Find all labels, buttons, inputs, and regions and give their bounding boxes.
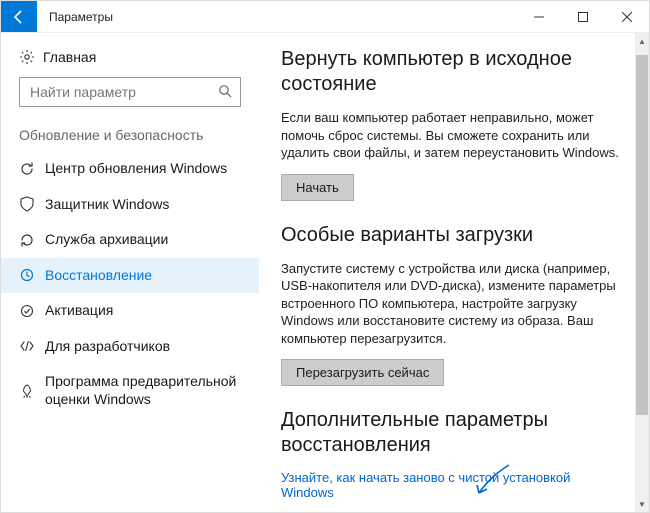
sidebar-item-label: Для разработчиков [45, 338, 170, 356]
home-label: Главная [43, 49, 96, 65]
scroll-down-icon[interactable]: ▼ [635, 496, 649, 512]
backup-icon [19, 232, 45, 248]
search-input[interactable] [19, 77, 241, 107]
sidebar-item-label: Защитник Windows [45, 196, 169, 214]
sidebar-item-windows-update[interactable]: Центр обновления Windows [1, 151, 259, 187]
section-heading-advanced-startup: Особые варианты загрузки [281, 223, 623, 248]
code-icon [19, 338, 45, 354]
sidebar: Главная Обновление и безопасность Центр … [1, 33, 259, 512]
arrow-left-icon [11, 9, 27, 25]
sidebar-item-recovery[interactable]: Восстановление [1, 258, 259, 294]
home-link[interactable]: Главная [1, 43, 259, 75]
section-heading-reset: Вернуть компьютер в исходное состояние [281, 47, 623, 97]
sidebar-item-label: Программа предварительной оценки Windows [45, 373, 251, 408]
close-icon [622, 12, 632, 22]
restart-now-button[interactable]: Перезагрузить сейчас [281, 359, 444, 386]
section-heading-more-recovery: Дополнительные параметры восстановления [281, 408, 623, 458]
check-circle-icon [19, 303, 45, 319]
window-controls [517, 1, 649, 32]
shield-icon [19, 196, 45, 212]
minimize-button[interactable] [517, 1, 561, 32]
sidebar-item-label: Центр обновления Windows [45, 160, 227, 178]
minimize-icon [534, 12, 544, 22]
sidebar-item-developers[interactable]: Для разработчиков [1, 329, 259, 365]
sidebar-item-label: Активация [45, 302, 113, 320]
gear-icon [19, 49, 43, 65]
search-icon [218, 84, 232, 101]
titlebar: Параметры [1, 1, 649, 33]
close-button[interactable] [605, 1, 649, 32]
main-content: Вернуть компьютер в исходное состояние Е… [259, 33, 649, 512]
window-title: Параметры [37, 1, 517, 32]
back-button[interactable] [1, 1, 37, 32]
sidebar-item-backup[interactable]: Служба архивации [1, 222, 259, 258]
search-field[interactable] [28, 83, 218, 101]
rocket-icon [19, 383, 45, 399]
sidebar-item-defender[interactable]: Защитник Windows [1, 187, 259, 223]
sidebar-item-insider[interactable]: Программа предварительной оценки Windows [1, 364, 259, 417]
sidebar-item-label: Служба архивации [45, 231, 168, 249]
section-body-reset: Если ваш компьютер работает неправильно,… [281, 109, 623, 162]
scrollbar[interactable]: ▲ ▼ [635, 33, 649, 512]
history-icon [19, 267, 45, 283]
maximize-button[interactable] [561, 1, 605, 32]
section-body-advanced-startup: Запустите систему с устройства или диска… [281, 260, 623, 348]
sidebar-item-activation[interactable]: Активация [1, 293, 259, 329]
sync-icon [19, 161, 45, 177]
scroll-up-icon[interactable]: ▲ [635, 33, 649, 49]
category-heading: Обновление и безопасность [1, 117, 259, 151]
scrollbar-thumb[interactable] [636, 55, 648, 415]
reset-start-button[interactable]: Начать [281, 174, 354, 201]
sidebar-item-label: Восстановление [45, 267, 152, 285]
maximize-icon [578, 12, 588, 22]
fresh-start-link[interactable]: Узнайте, как начать заново с чистой уста… [281, 470, 623, 500]
